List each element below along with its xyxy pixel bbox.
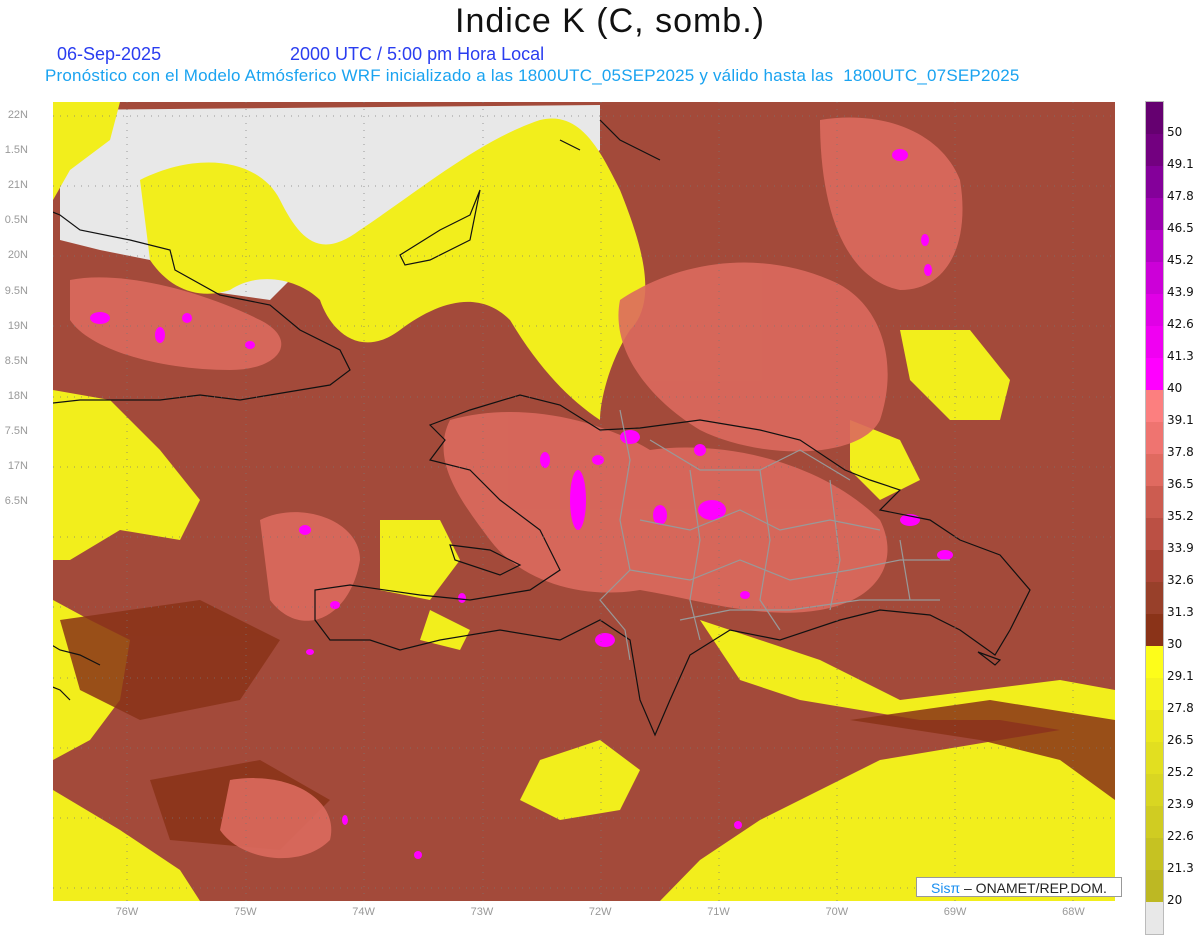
lon-tick-label: 73W (470, 906, 494, 918)
lon-tick-label: 75W (233, 906, 257, 918)
colorbar-swatch (1146, 102, 1163, 134)
lat-tick-label: 0.5N (4, 214, 28, 227)
colorbar-swatch (1146, 550, 1163, 582)
colorbar-label: 46.5 (1167, 221, 1194, 235)
colorbar-swatch (1146, 326, 1163, 358)
colorbar-swatch (1146, 710, 1163, 742)
colorbar-label: 23.9 (1167, 797, 1194, 811)
colorbar-swatch (1146, 774, 1163, 806)
colorbar-label: 32.6 (1167, 573, 1194, 587)
lon-tick-label: 76W (115, 906, 139, 918)
colorbar-label: 29.1 (1167, 669, 1194, 683)
colorbar-label: 27.8 (1167, 701, 1194, 715)
lat-tick-label: 7.5N (4, 424, 28, 437)
colorbar-label: 20 (1167, 893, 1183, 907)
colorbar-swatch (1146, 614, 1163, 646)
colorbar-swatch (1146, 198, 1163, 230)
map-title: Indice K (C, somb.) (455, 2, 765, 40)
lat-tick-label: 18N (7, 389, 28, 402)
colorbar-label: 21.3 (1167, 861, 1194, 875)
colorbar-swatch (1146, 742, 1163, 774)
lon-tick-label: 74W (352, 906, 375, 918)
credit-text: – ONAMET/REP.DOM. (960, 880, 1107, 896)
colorbar-swatch (1146, 486, 1163, 518)
forecast-date: 06-Sep-2025 (57, 44, 162, 64)
colorbar-swatch (1146, 294, 1163, 326)
colorbar-label: 35.2 (1167, 509, 1194, 523)
lat-tick-label: 8.5N (4, 354, 28, 367)
forecast-time: 2000 UTC / 5:00 pm Hora Local (290, 44, 545, 64)
colorbar-label: 33.9 (1167, 541, 1194, 555)
colorbar-label: 22.6 (1167, 829, 1194, 843)
colorbar-swatch (1146, 838, 1163, 870)
lat-tick-label: 22N (7, 109, 28, 121)
colorbar-swatch (1146, 646, 1163, 678)
colorbar-label: 37.8 (1167, 445, 1194, 459)
colorbar-swatch (1146, 262, 1163, 294)
colorbar-swatch (1146, 870, 1163, 902)
colorbar-swatch (1146, 134, 1163, 166)
colorbar-label: 41.3 (1167, 349, 1194, 363)
colorbar-label: 42.6 (1167, 317, 1194, 331)
lat-tick-label: 21N (7, 179, 28, 192)
colorbar-label: 43.9 (1167, 285, 1194, 299)
colorbar-swatch (1146, 454, 1163, 486)
colorbar-swatch (1146, 230, 1163, 262)
colorbar-label: 47.8 (1167, 189, 1194, 203)
lon-tick-label: 69W (943, 906, 967, 918)
colorbar-swatch (1146, 678, 1163, 710)
colorbar-swatch (1146, 582, 1163, 614)
credit-box: Sisπ – ONAMET/REP.DOM. (916, 877, 1122, 897)
colorbar-label: 26.5 (1167, 733, 1194, 747)
colorbar-swatch (1146, 902, 1163, 934)
k-index-map (53, 102, 1115, 901)
colorbar-label: 45.2 (1167, 253, 1194, 267)
lat-tick-label: 1.5N (4, 144, 28, 157)
colorbar-label: 50 (1167, 125, 1183, 139)
model-info: Pronóstico con el Modelo Atmósferico WRF… (45, 66, 1020, 85)
lat-tick-label: 19N (7, 319, 28, 332)
colorbar-swatch (1146, 806, 1163, 838)
lat-tick-label: 9.5N (4, 284, 28, 297)
colorbar-swatch (1146, 390, 1163, 422)
lat-tick-label: 6.5N (4, 495, 28, 508)
colorbar-label: 31.3 (1167, 605, 1194, 619)
colorbar (1145, 101, 1164, 935)
colorbar-label: 40 (1167, 381, 1183, 395)
colorbar-label: 36.5 (1167, 477, 1194, 491)
colorbar-label: 49.1 (1167, 157, 1194, 171)
lon-tick-label: 72W (588, 906, 612, 918)
colorbar-swatch (1146, 422, 1163, 454)
colorbar-swatch (1146, 358, 1163, 390)
colorbar-label: 25.2 (1167, 765, 1194, 779)
lon-tick-label: 71W (707, 906, 730, 918)
lat-tick-label: 20N (7, 249, 28, 262)
lon-tick-label: 70W (825, 906, 849, 918)
lon-tick-label: 68W (1062, 906, 1085, 918)
colorbar-swatch (1146, 518, 1163, 550)
sispi-logo: Sisπ (931, 880, 961, 896)
lat-tick-label: 17N (7, 460, 28, 472)
colorbar-label: 30 (1167, 637, 1183, 651)
colorbar-label: 39.1 (1167, 413, 1194, 427)
colorbar-swatch (1146, 166, 1163, 198)
